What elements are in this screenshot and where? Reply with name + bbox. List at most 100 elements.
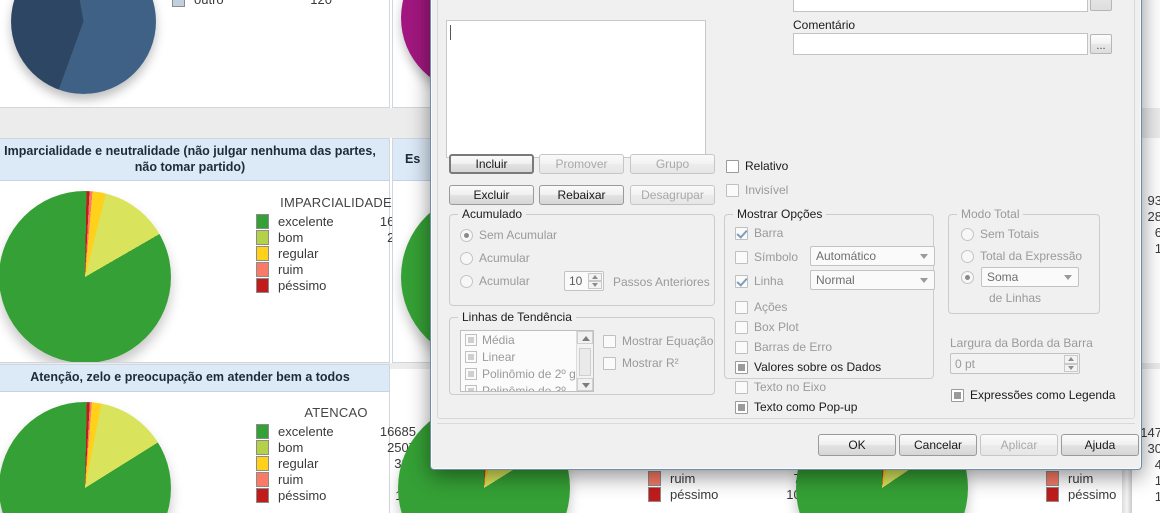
spinner-value: 10 [569, 274, 583, 288]
aplicar-button: Aplicar [980, 434, 1058, 456]
simbolo-combo[interactable]: Automático [810, 246, 935, 266]
linha-combo[interactable]: Normal [810, 270, 935, 290]
comentario-input[interactable] [793, 33, 1088, 55]
acumulado-group: Acumulado Sem Acumular Acumular Acumular [449, 207, 715, 306]
legend-label: ruim [670, 470, 696, 486]
spinner-buttons[interactable] [588, 273, 602, 289]
legend-swatch [256, 487, 269, 503]
modo-total-group: Modo Total Sem Totais Total da Expressão… [948, 207, 1100, 314]
checkbox-box [726, 159, 739, 173]
spinner-up [1064, 355, 1078, 364]
list-item-label: Polinômio de 2º gra [482, 366, 587, 381]
barra-checkbox: Barra [735, 226, 783, 240]
listbox-scrollbar[interactable] [576, 331, 593, 391]
scroll-down-arrow[interactable] [577, 378, 593, 391]
number: 1 [1154, 473, 1160, 488]
spinner-up[interactable] [588, 273, 602, 281]
largura-borda-spinner: 0 pt [950, 353, 1080, 374]
checkbox-box [735, 400, 748, 414]
incluir-button[interactable]: Incluir [449, 154, 534, 174]
legend-top-partial: outro 120 [172, 0, 332, 7]
list-item[interactable]: Polinômio de 3º [461, 382, 593, 392]
passos-anteriores-spinner[interactable]: 10 [564, 271, 604, 291]
pie-chart-imparcialidade [0, 191, 171, 362]
acumular-label: Acumular [479, 251, 530, 265]
panel-title-atencao: Atenção, zelo e preocupação em atender b… [0, 365, 389, 392]
ellipsis-label: ... [1096, 40, 1106, 52]
de-linhas-label: de Linhas [989, 291, 1042, 305]
barras-de-erro-checkbox: Barras de Erro [735, 340, 832, 354]
passos-anteriores-label: Passos Anteriores [613, 275, 710, 289]
spinner-down[interactable] [588, 281, 602, 289]
checkbox-box [735, 250, 748, 264]
expression-properties-dialog: Incluir Promover Grupo Excluir Rebaixar … [430, 0, 1142, 470]
legend-item: bom 2507 [256, 439, 416, 455]
list-item-label: Polinômio de 3º [482, 383, 566, 392]
acumular-radio: Acumular [460, 251, 530, 265]
spinner-buttons [1064, 355, 1078, 372]
acumular-steps-radio: Acumular [460, 274, 530, 288]
ajuda-button[interactable]: Ajuda [1061, 434, 1139, 456]
text-caret [450, 25, 451, 40]
acumulado-title: Acumulado [458, 207, 527, 221]
legend-item: regular 333 [256, 455, 416, 471]
legend-label: ruim [278, 471, 304, 487]
sem-totais-label: Sem Totais [980, 227, 1040, 241]
list-item[interactable]: Média [461, 331, 593, 348]
checkbox-box [735, 380, 748, 394]
legend-item: ruim 78 [648, 470, 808, 486]
legend-label: regular [278, 455, 319, 471]
barras-de-erro-label: Barras de Erro [754, 340, 833, 354]
definicao-input[interactable]: TextCount(IMPARCIALIDADE) [793, 0, 1088, 12]
chevron-down-icon [920, 278, 928, 283]
list-item[interactable]: Polinômio de 2º gra [461, 365, 593, 382]
mostrar-equacao-label: Mostrar Equação [622, 334, 714, 348]
relativo-checkbox[interactable]: Relativo [726, 159, 788, 173]
legend-swatch [256, 439, 269, 455]
pie-chart-atencao [0, 402, 171, 513]
texto-como-popup-checkbox[interactable]: Texto como Pop-up [735, 400, 857, 414]
dialog-footer: OK Cancelar Aplicar Ajuda [437, 423, 1139, 463]
comentario-ellipsis-button[interactable]: ... [1090, 34, 1112, 54]
ok-button[interactable]: OK [818, 434, 896, 456]
list-item-label: Linear [482, 349, 516, 364]
invisivel-checkbox: Invisível [726, 183, 788, 197]
legend-swatch [256, 213, 269, 229]
legend-swatch [256, 245, 269, 261]
excluir-button[interactable]: Excluir [449, 185, 534, 205]
chevron-down-icon [1064, 275, 1072, 280]
legend-swatch [256, 277, 269, 293]
checkbox-box [735, 226, 748, 240]
legend-item: péssimo 110 [256, 487, 416, 503]
expression-list[interactable] [446, 20, 706, 158]
sem-totais-radio: Sem Totais [961, 227, 1039, 241]
mostrar-opcoes-group: Mostrar Opções Barra Símbolo Automático [724, 207, 935, 414]
legend-label: péssimo [278, 487, 327, 503]
checkbox-box [735, 300, 748, 314]
soma-combo[interactable]: Soma [981, 267, 1079, 287]
rebaixar-button[interactable]: Rebaixar [539, 185, 624, 205]
legend-label: bom [278, 229, 304, 245]
legend-item: excelente 16685 [256, 423, 416, 439]
list-item[interactable]: Linear [461, 348, 593, 365]
box-plot-label: Box Plot [754, 320, 799, 334]
legend-item: péssimo 108 [648, 486, 808, 502]
legend-swatch [256, 229, 269, 245]
legend-title: ATENCAO [304, 405, 368, 420]
legend-swatch [648, 470, 661, 486]
tendencia-listbox[interactable]: Média Linear Polinômio de 2º gra Polinôm… [460, 330, 594, 392]
tendencia-group: Linhas de Tendência Média Linear Polinôm… [449, 310, 715, 395]
expressoes-como-legenda-checkbox[interactable]: Expressões como Legenda [951, 388, 1115, 402]
cancelar-button[interactable]: Cancelar [899, 434, 977, 456]
mostrar-r2-checkbox: Mostrar R² [603, 356, 679, 370]
panel-title-imparcialidade: Imparcialidade e neutralidade (não julga… [0, 139, 389, 181]
scroll-thumb[interactable] [579, 348, 591, 376]
comentario-label: Comentário [793, 18, 856, 32]
definicao-ellipsis-button[interactable]: ... [1090, 0, 1112, 11]
scroll-up-arrow[interactable] [577, 331, 593, 344]
box-plot-checkbox: Box Plot [735, 320, 799, 334]
valores-sobre-dados-checkbox[interactable]: Valores sobre os Dados [735, 360, 881, 374]
checkbox-box [735, 274, 748, 288]
sem-acumular-radio: Sem Acumular [460, 228, 557, 242]
checkbox-box [465, 367, 477, 380]
